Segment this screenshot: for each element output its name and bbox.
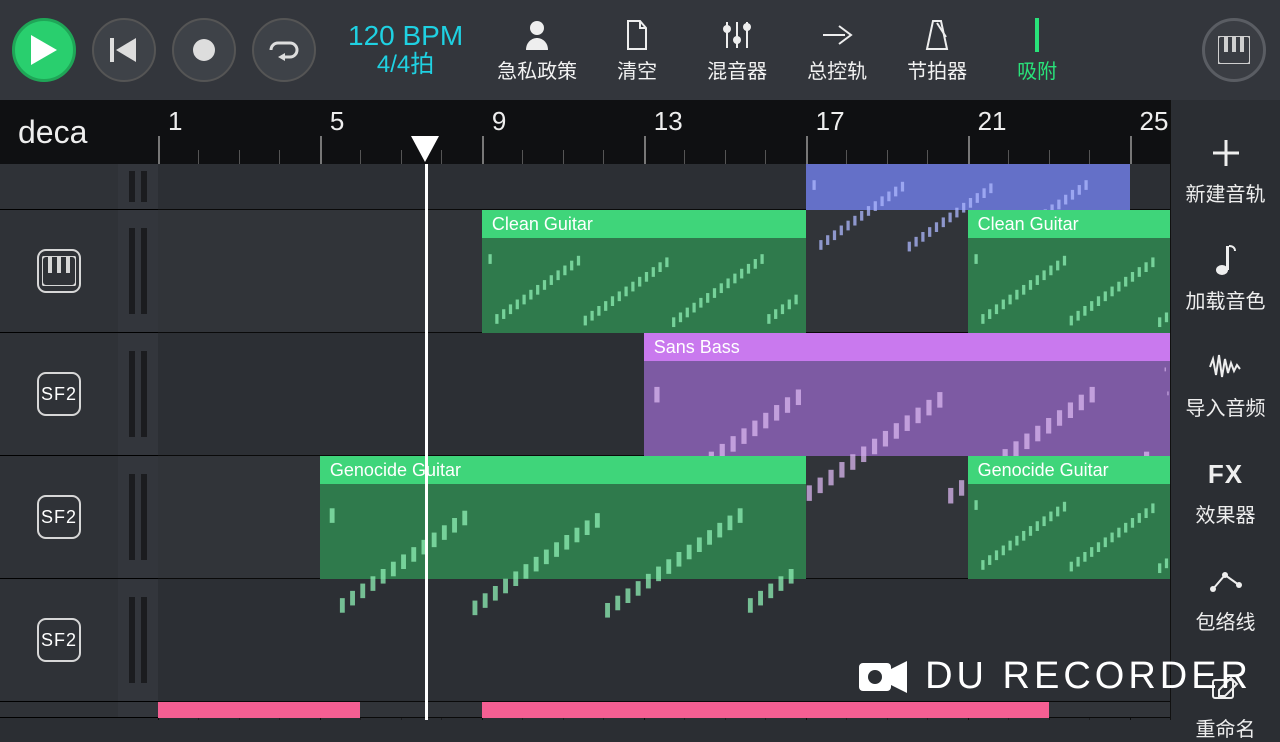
ruler-label: 9 (492, 106, 506, 137)
menu-label: 混音器 (687, 60, 787, 84)
rail-label: 新建音轨 (1171, 178, 1280, 207)
send-icon (787, 16, 887, 54)
track-mute-strip[interactable] (118, 702, 158, 718)
track-gutter (118, 164, 158, 718)
loop-button[interactable] (252, 18, 316, 82)
clip-label: Genocide Guitar (320, 456, 806, 484)
snapline-icon (987, 16, 1087, 54)
rail-label: 导入音频 (1171, 392, 1280, 421)
sf2-icon: SF2 (37, 372, 81, 416)
rail-label: 包络线 (1171, 606, 1280, 635)
timeline-ruler[interactable]: deca 1 5 9 13 17 21 25 (0, 100, 1170, 164)
track-mute-strip[interactable] (118, 456, 158, 579)
track-header[interactable]: SF2 (0, 333, 118, 456)
rail-label: 重命名 (1171, 713, 1280, 742)
rail-loadinst[interactable]: 加载音色 (1171, 243, 1280, 314)
track-header[interactable] (0, 164, 118, 210)
sf2-icon: SF2 (37, 618, 81, 662)
piano-icon (37, 249, 81, 293)
track-header[interactable]: SF2 (0, 579, 118, 702)
menu-label: 清空 (587, 60, 687, 84)
rail-fx[interactable]: FX 效果器 (1171, 457, 1280, 528)
clip[interactable]: Genocide Guitar (320, 456, 806, 579)
ruler-label: 13 (654, 106, 683, 137)
ruler-label: 21 (978, 106, 1007, 137)
clip[interactable] (158, 702, 360, 718)
clip[interactable]: Sans Bass (644, 333, 1162, 456)
track-mute-strip[interactable] (118, 210, 158, 333)
person-icon (487, 16, 587, 54)
menu-master[interactable]: 总控轨 (787, 16, 887, 84)
clip-label: Clean Guitar (968, 210, 1170, 238)
camera-icon (859, 659, 907, 695)
menu-label: 总控轨 (787, 60, 887, 84)
clip-label: Clean Guitar (482, 210, 806, 238)
clip[interactable]: Clean Guitar (482, 210, 806, 333)
recorder-watermark: DU RECORDER (859, 655, 1252, 698)
tempo-display[interactable]: 120 BPM 4/4拍 (348, 21, 463, 78)
plus-icon (1171, 136, 1280, 170)
rewind-button[interactable] (92, 18, 156, 82)
action-rail: 新建音轨加载音色导入音频FX效果器包络线重命名 (1170, 100, 1280, 720)
bpm-value: 120 BPM (348, 21, 463, 52)
clip[interactable]: Genocide Guitar (968, 456, 1170, 579)
ruler-label: 25 (1140, 106, 1169, 137)
track-header-column: SF2 SF2 SF2 (0, 164, 118, 718)
watermark-text: DU RECORDER (925, 655, 1252, 698)
clip-grid[interactable]: Clean Guitar Clean Guitar Sans BassSans Gen… (158, 164, 1170, 720)
menu-mixer[interactable]: 混音器 (687, 16, 787, 84)
track-mute-strip[interactable] (118, 164, 158, 210)
ruler-label: 17 (816, 106, 845, 137)
track-header[interactable] (0, 210, 118, 333)
ruler-label: 5 (330, 106, 344, 137)
rail-importaudio[interactable]: 导入音频 (1171, 350, 1280, 421)
transport-bar: 120 BPM 4/4拍 急私政策清空混音器总控轨节拍器吸附 (0, 0, 1280, 100)
piano-icon (1218, 36, 1250, 64)
ruler-label: 1 (168, 106, 182, 137)
fx-icon: FX (1171, 457, 1280, 491)
wave-icon (1171, 350, 1280, 384)
clip-label: Sans Bass (644, 333, 1162, 361)
env-icon (1171, 564, 1280, 598)
menu-label: 急私政策 (487, 60, 587, 84)
file-icon (587, 16, 687, 54)
note-icon (1171, 243, 1280, 277)
rail-newtrack[interactable]: 新建音轨 (1171, 136, 1280, 207)
track-mute-strip[interactable] (118, 333, 158, 456)
rail-label: 加载音色 (1171, 285, 1280, 314)
rail-envelope[interactable]: 包络线 (1171, 564, 1280, 635)
clip[interactable] (806, 164, 1130, 210)
clip-label: Sans (1162, 333, 1170, 361)
menu-privacy[interactable]: 急私政策 (487, 16, 587, 84)
project-name[interactable]: deca (0, 114, 158, 151)
playhead[interactable] (425, 164, 428, 720)
menu-snap[interactable]: 吸附 (987, 16, 1087, 84)
record-button[interactable] (172, 18, 236, 82)
rail-label: 效果器 (1171, 499, 1280, 528)
track-header[interactable]: SF2 (0, 456, 118, 579)
ruler-playhead-icon[interactable] (411, 136, 439, 162)
clip[interactable]: Clean Guitar (968, 210, 1170, 333)
keyboard-toggle-button[interactable] (1202, 18, 1266, 82)
clip[interactable] (482, 702, 1049, 718)
timesig-value: 4/4拍 (348, 52, 463, 78)
sliders-icon (687, 16, 787, 54)
track-header[interactable] (0, 702, 118, 718)
sf2-icon: SF2 (37, 495, 81, 539)
clip-label: Genocide Guitar (968, 456, 1170, 484)
track-mute-strip[interactable] (118, 579, 158, 702)
clip[interactable]: Sans (1162, 333, 1170, 456)
play-button[interactable] (12, 18, 76, 82)
menu-label: 吸附 (987, 60, 1087, 84)
menu-label: 节拍器 (887, 60, 987, 84)
top-menu: 急私政策清空混音器总控轨节拍器吸附 (487, 16, 1087, 84)
menu-metronome[interactable]: 节拍器 (887, 16, 987, 84)
metronome-icon (887, 16, 987, 54)
menu-clear[interactable]: 清空 (587, 16, 687, 84)
